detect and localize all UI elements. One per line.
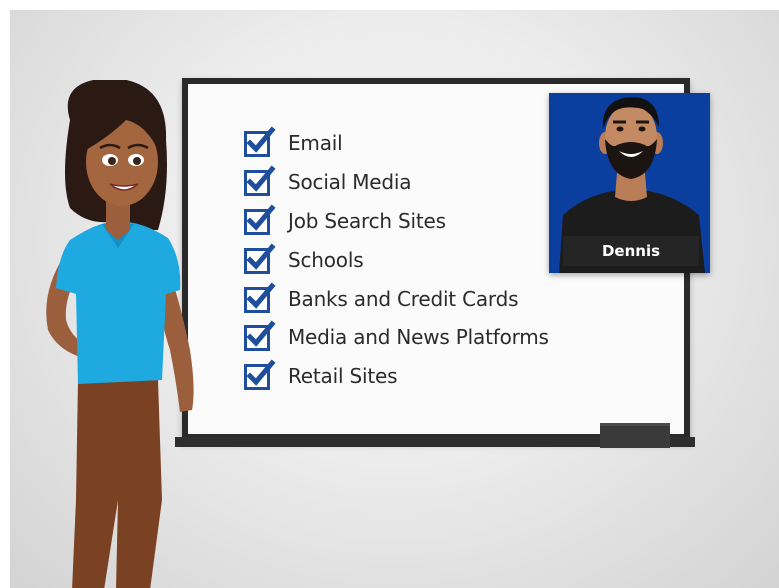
checkbox-checked-icon [244, 243, 276, 274]
list-item: Email [244, 124, 549, 163]
presenter-character-illustration [46, 80, 194, 588]
checklist-item-label: Retail Sites [288, 364, 398, 389]
slide-scene: Email Social Media Job Search Sites Scho… [10, 10, 779, 588]
list-item: Schools [244, 240, 549, 279]
whiteboard-eraser [600, 423, 670, 448]
checkbox-checked-icon [244, 359, 276, 391]
checkbox-checked-icon [244, 126, 276, 158]
checkbox-checked-icon [244, 204, 276, 235]
participant-name-label: Dennis [563, 236, 699, 266]
list-item: Job Search Sites [244, 202, 549, 241]
list-item: Banks and Credit Cards [244, 279, 549, 318]
checklist-item-label: Email [288, 131, 343, 156]
list-item: Retail Sites [244, 357, 549, 396]
checkbox-checked-icon [244, 282, 276, 313]
checklist-item-label: Schools [288, 247, 364, 272]
list-item: Media and News Platforms [244, 318, 549, 357]
list-item: Social Media [244, 163, 549, 202]
participant-video-card: Dennis [549, 93, 710, 273]
checkbox-checked-icon [244, 320, 276, 352]
checklist-item-label: Banks and Credit Cards [288, 286, 519, 311]
checkbox-checked-icon [244, 165, 276, 197]
checklist-item-label: Job Search Sites [288, 208, 446, 233]
checklist-item-label: Media and News Platforms [288, 325, 549, 350]
checklist-item-label: Social Media [288, 170, 412, 195]
checklist: Email Social Media Job Search Sites Scho… [244, 124, 549, 396]
